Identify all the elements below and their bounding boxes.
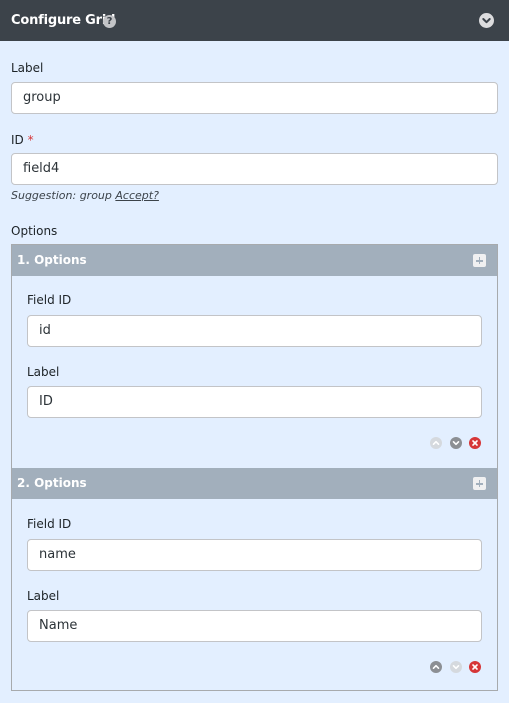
accept-suggestion-link[interactable]: Accept? — [115, 189, 159, 202]
label-field-label: Label — [11, 61, 44, 75]
move-up-icon[interactable] — [430, 661, 442, 673]
configure-grid-panel: Configure Grid ? Label group ID * field4… — [0, 0, 509, 703]
required-mark: * — [27, 133, 34, 147]
option-item-title: 1. Options — [17, 253, 87, 267]
field-id-input[interactable]: id — [27, 315, 482, 347]
id-field-label: ID * — [11, 133, 34, 147]
option-label-label: Label — [27, 365, 60, 379]
move-down-icon — [450, 661, 462, 673]
help-icon[interactable]: ? — [103, 15, 116, 28]
add-item-icon[interactable] — [473, 477, 486, 490]
option-item-title: 2. Options — [17, 476, 87, 490]
field-id-input[interactable]: name — [27, 539, 482, 571]
id-input[interactable]: field4 — [11, 153, 498, 185]
option-label-input[interactable]: ID — [27, 386, 482, 418]
option-label-label: Label — [27, 589, 60, 603]
id-label-text: ID — [11, 133, 24, 147]
move-up-icon — [430, 437, 442, 449]
options-repeater: 1. Options Field ID id Label ID 2. Optio… — [11, 244, 498, 691]
option-item-header[interactable]: 1. Options — [12, 245, 497, 276]
label-input[interactable]: group — [11, 82, 498, 114]
option-item-header[interactable]: 2. Options — [12, 468, 497, 499]
field-id-label: Field ID — [27, 517, 72, 531]
options-label: Options — [11, 224, 58, 238]
chevron-down-icon[interactable] — [479, 13, 494, 28]
id-suggestion: Suggestion: group Accept? — [11, 189, 159, 202]
field-id-label: Field ID — [27, 293, 72, 307]
delete-item-icon[interactable] — [469, 437, 481, 449]
panel-header[interactable]: Configure Grid ? — [0, 0, 509, 41]
add-item-icon[interactable] — [473, 254, 486, 267]
panel-title: Configure Grid — [11, 13, 116, 28]
suggestion-text: Suggestion: group — [11, 189, 112, 202]
move-down-icon[interactable] — [450, 437, 462, 449]
delete-item-icon[interactable] — [469, 661, 481, 673]
option-label-input[interactable]: Name — [27, 610, 482, 642]
